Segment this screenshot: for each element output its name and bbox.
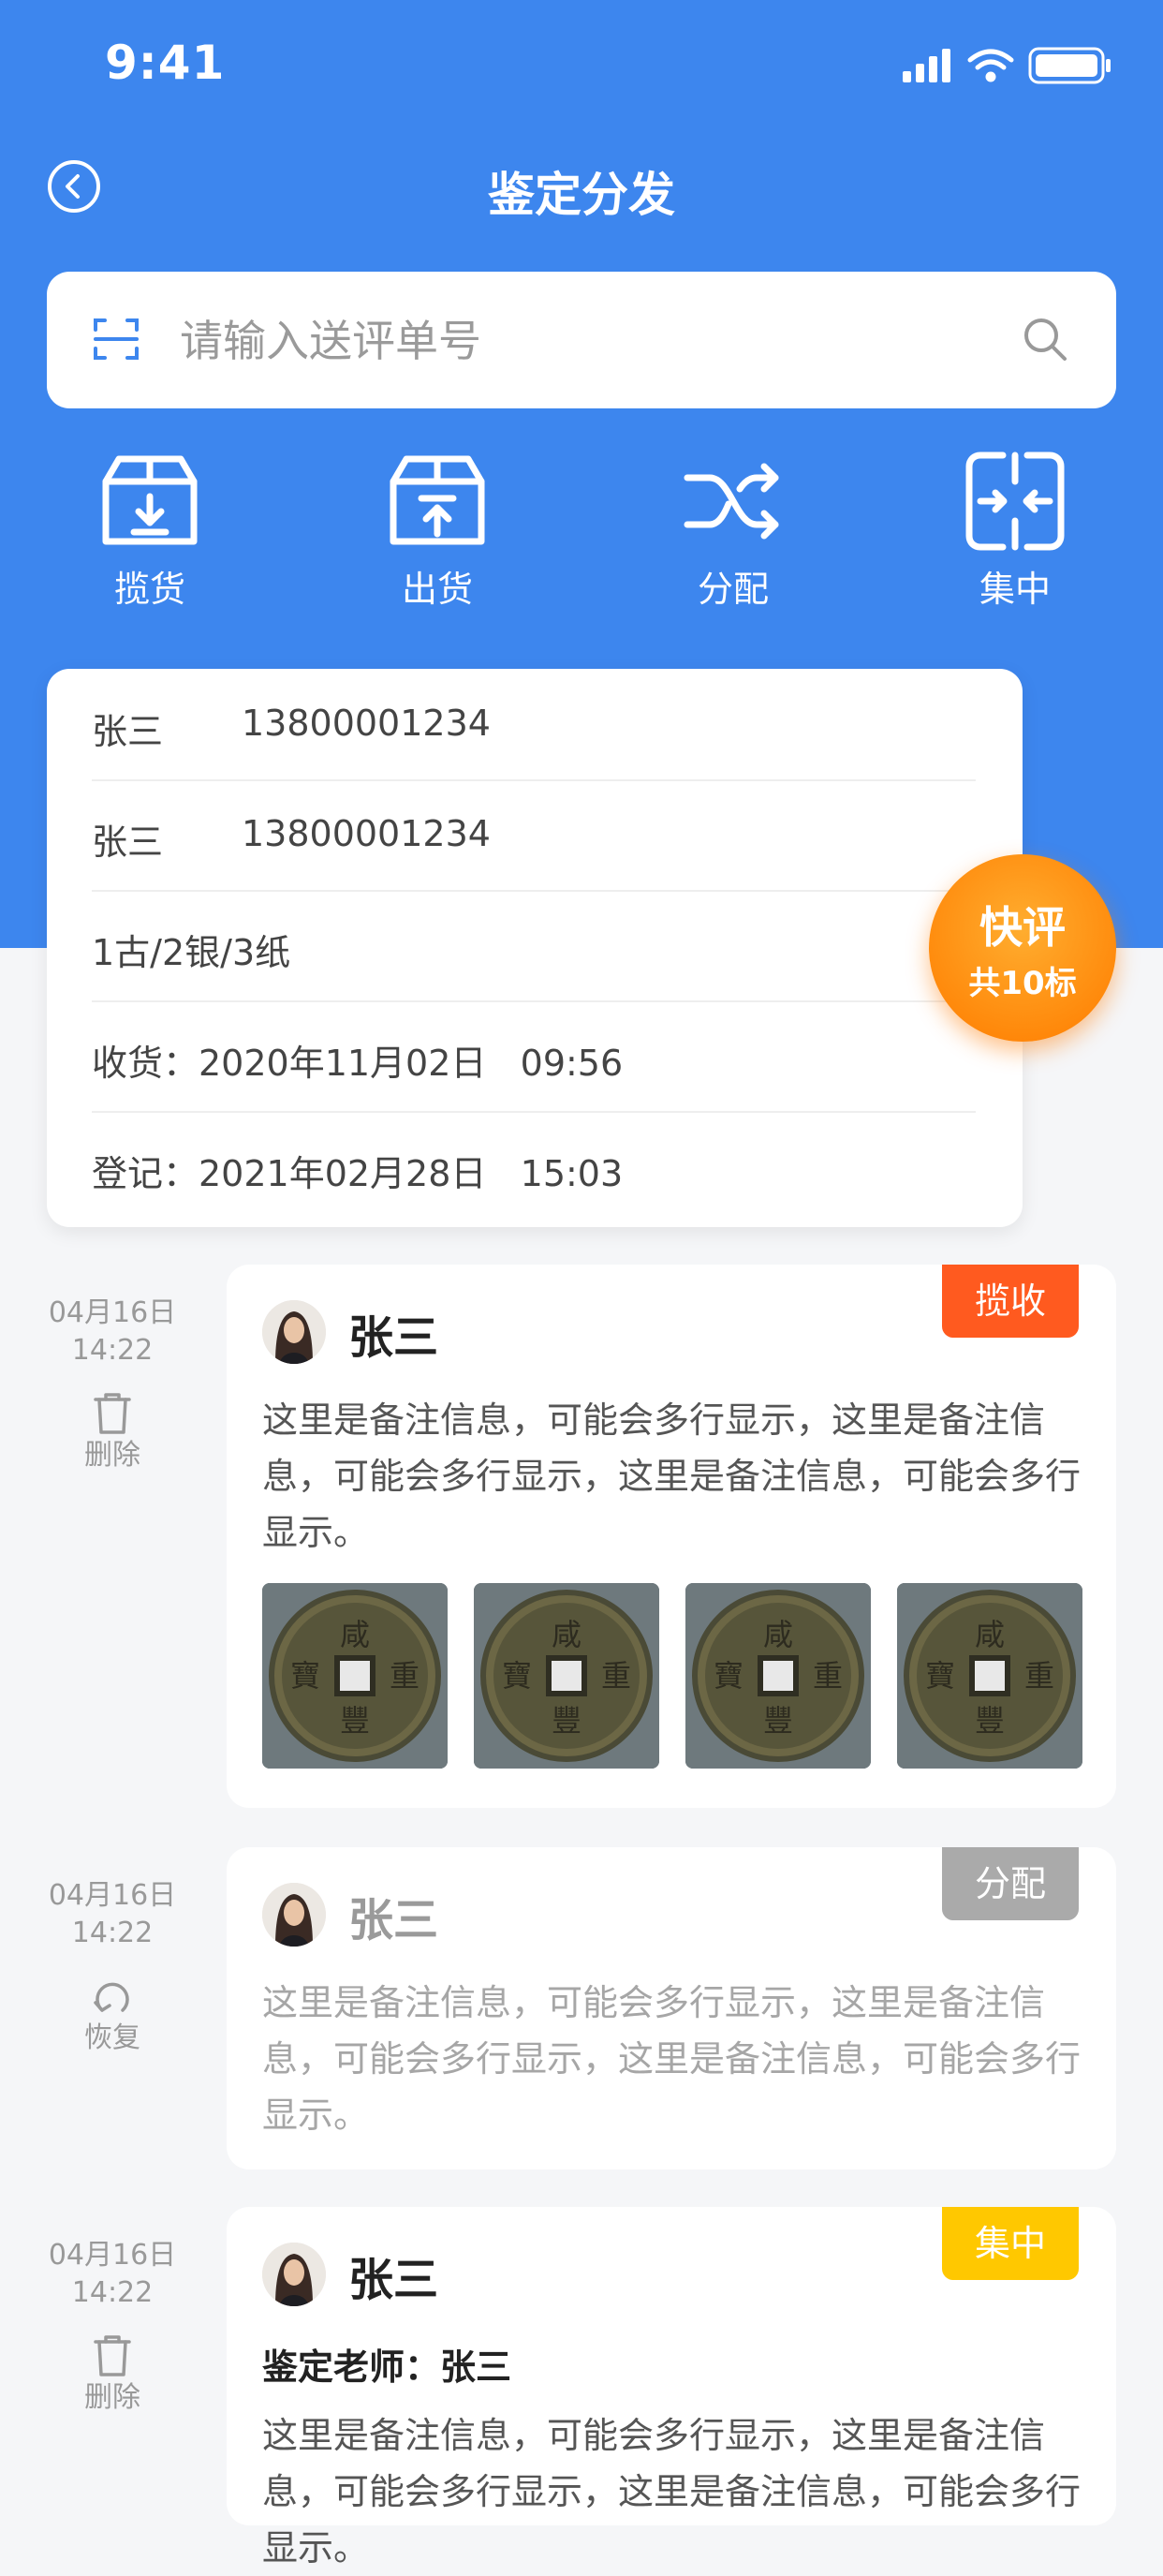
action-label: 集中 — [979, 569, 1051, 610]
shuffle-icon — [684, 463, 779, 540]
delete-label: 删除 — [84, 1439, 140, 1472]
search-icon[interactable] — [1021, 315, 1069, 363]
box-download-icon — [102, 455, 198, 545]
svg-text:豐: 豐 — [340, 1703, 370, 1739]
svg-text:咸: 咸 — [552, 1617, 582, 1652]
entry-side: 04月16日 14:22 删除 — [28, 2237, 197, 2417]
nav-bar: 鉴定分发 — [0, 141, 1163, 234]
svg-text:豐: 豐 — [763, 1703, 793, 1739]
entry-side: 04月16日 14:22 恢复 — [28, 1877, 197, 2057]
wifi-icon — [967, 49, 1014, 82]
entry-name: 张三 — [348, 1894, 439, 1947]
trash-icon — [94, 1393, 131, 1434]
image-gallery: 咸豐重寶 咸豐重寶 咸豐重寶 咸豐重寶 — [262, 1583, 1082, 1769]
status-bar: 9:41 — [0, 0, 1163, 131]
received-row: 收货：2020年11月02日 09:56 — [92, 1000, 976, 1113]
contact-phone: 13800001234 — [242, 703, 491, 744]
received-text: 收货：2020年11月02日 09:56 — [92, 1043, 624, 1084]
svg-text:重: 重 — [1024, 1658, 1054, 1694]
svg-text:重: 重 — [390, 1658, 420, 1694]
action-gather-button[interactable]: 集中 — [931, 450, 1099, 612]
contact-name: 张三 — [92, 822, 164, 863]
delete-label: 删除 — [84, 2381, 140, 2414]
registered-row: 登记：2021年02月28日 15:03 — [92, 1111, 976, 1221]
delete-button[interactable]: 删除 — [28, 1392, 197, 1474]
search-input[interactable] — [178, 305, 1006, 377]
restore-icon — [94, 1982, 129, 2012]
status-icons — [903, 47, 1111, 84]
quick-review-count: 共10标 — [968, 965, 1077, 1002]
entry-note: 这里是备注信息，可能会多行显示，这里是备注信息，可能会多行显示，这里是备注信息，… — [262, 1399, 1082, 1553]
coin-photo[interactable]: 咸豐重 寶 — [897, 1583, 1082, 1769]
restore-label: 恢复 — [84, 2021, 140, 2054]
contact-phone: 13800001234 — [242, 813, 491, 854]
category-text: 1古/2银/3纸 — [92, 932, 291, 973]
svg-text:豐: 豐 — [552, 1703, 582, 1739]
entry-time: 14:22 — [71, 2276, 154, 2309]
entry-date: 04月16日 — [48, 1296, 177, 1329]
coin-photo[interactable]: 咸豐重 寶 — [685, 1583, 871, 1769]
action-row: 揽货 出货 分配 集中 — [0, 450, 1163, 628]
action-collect-button[interactable]: 揽货 — [66, 450, 234, 612]
quick-review-badge[interactable]: 快评 共10标 — [929, 854, 1116, 1042]
quick-review-title: 快评 — [979, 902, 1066, 953]
action-label: 分配 — [697, 569, 769, 610]
entry-date: 04月16日 — [48, 2239, 177, 2272]
order-info-card: 张三 13800001234 张三 13800001234 1古/2银/3纸 收… — [47, 669, 1023, 1227]
entry-time: 14:22 — [71, 1917, 154, 1949]
avatar — [262, 2243, 326, 2306]
entry-note: 这里是备注信息，可能会多行显示，这里是备注信息，可能会多行显示，这里是备注信息，… — [262, 2415, 1082, 2569]
svg-text:寶: 寶 — [290, 1658, 320, 1694]
svg-text:豐: 豐 — [975, 1703, 1005, 1739]
entry-name: 张三 — [348, 1311, 439, 1364]
box-upload-icon — [390, 455, 485, 545]
status-tag-gather: 集中 — [942, 2207, 1079, 2280]
entry-time: 14:22 — [71, 1334, 154, 1367]
status-tag-collect: 揽收 — [942, 1265, 1079, 1338]
action-ship-button[interactable]: 出货 — [353, 450, 522, 612]
entry-card[interactable]: 张三 分配 这里是备注信息，可能会多行显示，这里是备注信息，可能会多行显示，这里… — [227, 1847, 1116, 2169]
registered-text: 登记：2021年02月28日 15:03 — [92, 1153, 624, 1194]
svg-text:咸: 咸 — [763, 1617, 793, 1652]
entry-side: 04月16日 14:22 删除 — [28, 1295, 197, 1474]
contact-row: 张三 13800001234 — [92, 779, 976, 892]
search-bar — [47, 272, 1116, 408]
status-time: 9:41 — [105, 36, 226, 90]
entry-date: 04月16日 — [48, 1879, 177, 1912]
action-label: 出货 — [401, 569, 473, 610]
contact-name: 张三 — [92, 711, 164, 752]
page-title: 鉴定分发 — [488, 168, 675, 222]
entry-note: 这里是备注信息，可能会多行显示，这里是备注信息，可能会多行显示，这里是备注信息，… — [262, 1982, 1082, 2136]
scan-icon[interactable] — [92, 315, 140, 363]
svg-text:重: 重 — [813, 1658, 843, 1694]
svg-text:寶: 寶 — [925, 1658, 955, 1694]
signal-icon — [903, 49, 950, 82]
restore-button[interactable]: 恢复 — [28, 1975, 197, 2057]
svg-text:咸: 咸 — [340, 1617, 370, 1652]
action-label: 揽货 — [113, 569, 185, 610]
avatar — [262, 1883, 326, 1947]
contact-row: 张三 13800001234 — [92, 669, 976, 781]
svg-text:寶: 寶 — [714, 1658, 743, 1694]
action-assign-button[interactable]: 分配 — [649, 450, 817, 612]
entry-card[interactable]: 张三 揽收 这里是备注信息，可能会多行显示，这里是备注信息，可能会多行显示，这里… — [227, 1265, 1116, 1808]
status-tag-assign: 分配 — [942, 1847, 1079, 1920]
delete-button[interactable]: 删除 — [28, 2334, 197, 2417]
svg-text:寶: 寶 — [502, 1658, 532, 1694]
entry-name: 张三 — [348, 2254, 439, 2306]
appraiser-label: 鉴定老师：张三 — [262, 2347, 512, 2388]
svg-text:重: 重 — [601, 1658, 631, 1694]
battery-icon — [1028, 47, 1111, 84]
avatar — [262, 1300, 326, 1364]
coin-photo[interactable]: 咸豐重 寶 — [474, 1583, 659, 1769]
trash-icon — [94, 2335, 131, 2376]
merge-icon — [965, 452, 1065, 551]
entry-card[interactable]: 张三 集中 鉴定老师：张三 这里是备注信息，可能会多行显示，这里是备注信息，可能… — [227, 2207, 1116, 2569]
category-row: 1古/2银/3纸 — [92, 890, 976, 1002]
svg-text:咸: 咸 — [975, 1617, 1005, 1652]
coin-photo[interactable]: 咸豐重 寶 — [262, 1583, 448, 1769]
